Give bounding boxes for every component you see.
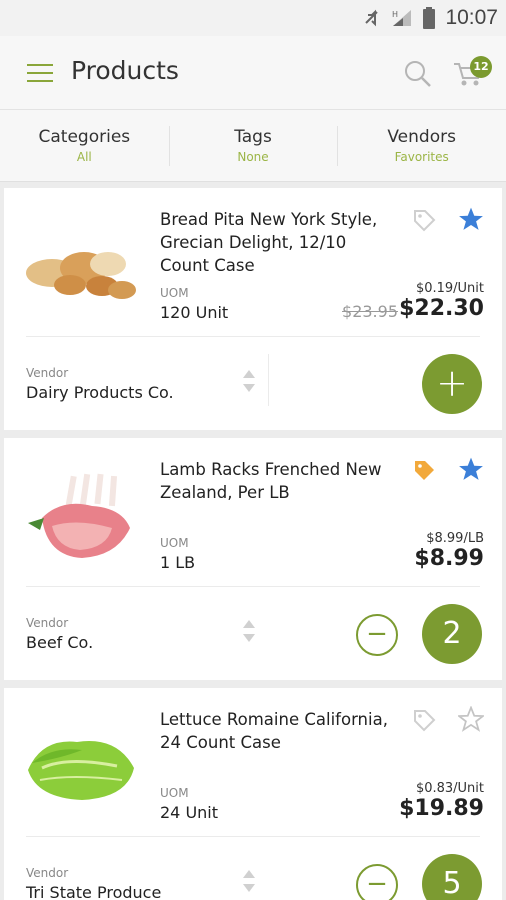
divider (268, 354, 269, 406)
uom-label: UOM (160, 786, 189, 800)
vendor-value[interactable]: Tri State Produce (26, 883, 161, 900)
decrease-quantity-button[interactable]: − (356, 614, 398, 656)
divider (26, 586, 480, 587)
divider (26, 836, 480, 837)
bread-product-image (26, 252, 136, 299)
vendor-dropdown-icon[interactable] (240, 368, 258, 394)
vendor-value[interactable]: Dairy Products Co. (26, 383, 174, 402)
product-name[interactable]: Lamb Racks Frenched New Zealand, Per LB (160, 458, 400, 504)
star-outline-icon[interactable] (458, 706, 484, 732)
clock: 10:07 (445, 6, 498, 29)
vendor-dropdown-icon[interactable] (240, 868, 258, 894)
filter-tags[interactable]: Tags None (168, 110, 338, 181)
lettuce-product-image (28, 741, 134, 800)
product-name[interactable]: Bread Pita New York Style, Grecian Delig… (160, 208, 400, 277)
uom-value: 1 LB (160, 553, 196, 572)
uom-value: 24 Unit (160, 803, 219, 822)
vendor-label: Vendor (26, 866, 69, 880)
filter-label: Categories (38, 127, 131, 147)
vendor-dropdown-icon[interactable] (240, 618, 258, 644)
decrease-quantity-button[interactable]: − (356, 864, 398, 900)
app-bar: Products 12 (0, 36, 506, 110)
filter-vendors[interactable]: Vendors Favorites (337, 110, 506, 181)
search-icon[interactable] (404, 60, 432, 88)
quantity-button[interactable]: 5 (422, 854, 482, 900)
uom-value: 120 Unit (160, 303, 229, 322)
price: $19.89 (399, 796, 484, 821)
status-icons: H (363, 7, 436, 29)
page-title: Products (71, 56, 179, 85)
vendor-label: Vendor (26, 366, 69, 380)
unit-price: $8.99/LB (426, 531, 484, 546)
mute-icon (365, 9, 379, 27)
uom-label: UOM (160, 536, 189, 550)
star-icon[interactable] (458, 206, 484, 232)
hamburger-menu-icon[interactable] (27, 64, 53, 84)
cart-count-badge: 12 (470, 56, 492, 78)
filter-categories[interactable]: Categories All (0, 110, 169, 181)
unit-price: $0.19/Unit (415, 281, 484, 296)
signal-icon: H (392, 10, 412, 26)
add-to-cart-button[interactable]: + (422, 354, 482, 414)
battery-icon (423, 7, 436, 29)
vendor-label: Vendor (26, 616, 69, 630)
unit-price: $0.83/Unit (415, 781, 484, 796)
tag-icon[interactable] (412, 458, 436, 482)
price: $8.99 (414, 546, 484, 571)
filter-value: None (237, 150, 269, 164)
tag-icon[interactable] (412, 708, 436, 732)
filter-value: Favorites (394, 150, 449, 164)
tag-icon[interactable] (412, 208, 436, 232)
vendor-value[interactable]: Beef Co. (26, 633, 93, 652)
product-card[interactable]: Lamb Racks Frenched New Zealand, Per LB … (4, 438, 502, 680)
lamb-product-image (28, 473, 130, 558)
divider (26, 336, 480, 337)
uom-label: UOM (160, 286, 189, 300)
status-bar: H 10:07 (0, 0, 506, 36)
star-icon[interactable] (458, 456, 484, 482)
filter-bar: Categories All Tags None Vendors Favorit… (0, 110, 506, 182)
filter-value: All (76, 150, 92, 164)
product-card[interactable]: Bread Pita New York Style, Grecian Delig… (4, 188, 502, 430)
product-card[interactable]: Lettuce Romaine California, 24 Count Cas… (4, 688, 502, 900)
filter-label: Vendors (387, 127, 456, 147)
filter-label: Tags (234, 127, 272, 147)
original-price: $23.95 (342, 302, 398, 321)
price: $22.30 (399, 296, 484, 321)
product-name[interactable]: Lettuce Romaine California, 24 Count Cas… (160, 708, 400, 754)
quantity-button[interactable]: 2 (422, 604, 482, 664)
svg-text:H: H (392, 10, 398, 19)
